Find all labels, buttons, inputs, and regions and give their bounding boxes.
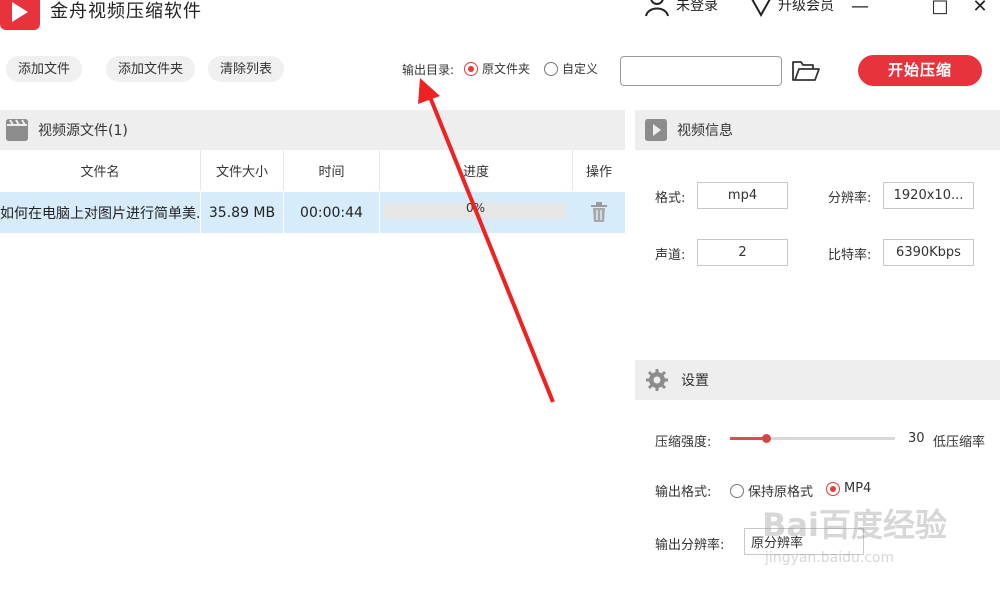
resolution-value: 1920x10... xyxy=(883,182,974,209)
title-bar: 金舟视频压缩软件 未登录 升级会员 — □ ✕ xyxy=(0,0,1000,40)
gear-icon xyxy=(646,369,668,391)
resolution-label: 分辨率: xyxy=(828,191,872,206)
column-header-progress: 进度 xyxy=(380,150,573,190)
bitrate-label: 比特率: xyxy=(828,248,872,263)
radio-selected-icon xyxy=(826,481,840,496)
delete-icon[interactable] xyxy=(589,201,609,223)
video-info-header: 视频信息 xyxy=(635,110,1000,150)
clear-list-button[interactable]: 清除列表 xyxy=(208,56,285,82)
upgrade-label: 升级会员 xyxy=(778,0,834,14)
radio-source-folder[interactable]: 原文件夹 xyxy=(464,60,530,77)
source-panel-title: 视频源文件(1) xyxy=(38,123,128,139)
user-icon xyxy=(645,0,669,17)
start-compress-button[interactable]: 开始压缩 xyxy=(858,55,982,86)
login-button[interactable]: 未登录 xyxy=(644,0,718,18)
app-title: 金舟视频压缩软件 xyxy=(50,1,202,22)
format-value: mp4 xyxy=(697,182,788,209)
upgrade-button[interactable]: 升级会员 xyxy=(750,0,834,18)
radio-unselected-icon xyxy=(730,483,744,498)
close-button[interactable]: ✕ xyxy=(968,0,992,17)
radio-keep-format-label: 保持原格式 xyxy=(748,485,814,500)
open-folder-icon[interactable] xyxy=(791,60,821,82)
minimize-button[interactable]: — xyxy=(848,0,872,17)
strength-slider[interactable] xyxy=(730,434,895,443)
app-logo-icon xyxy=(0,0,40,30)
row-size: 35.89 MB xyxy=(201,192,284,233)
settings-title: 设置 xyxy=(681,373,709,389)
radio-selected-icon xyxy=(464,61,478,76)
video-info-title: 视频信息 xyxy=(677,123,733,139)
radio-custom-label: 自定义 xyxy=(562,62,599,76)
row-filename: 如何在电脑上对图片进行简单美... xyxy=(0,192,201,233)
radio-mp4-label: MP4 xyxy=(844,481,872,496)
strength-hint: 低压缩率 xyxy=(933,435,986,450)
source-panel-header: 视频源文件(1) xyxy=(0,110,625,150)
add-folder-button[interactable]: 添加文件夹 xyxy=(106,56,196,82)
play-icon xyxy=(645,119,667,141)
clapperboard-icon xyxy=(6,119,28,141)
column-header-action: 操作 xyxy=(573,150,625,190)
settings-header: 设置 xyxy=(635,360,1000,400)
bitrate-value: 6390Kbps xyxy=(883,239,974,266)
output-format-label: 输出格式: xyxy=(655,485,712,500)
channel-label: 声道: xyxy=(655,248,686,263)
radio-source-folder-label: 原文件夹 xyxy=(482,62,531,76)
column-header-size: 文件大小 xyxy=(201,150,284,190)
output-dir-label: 输出目录: xyxy=(402,63,455,77)
radio-custom[interactable]: 自定义 xyxy=(544,60,598,77)
login-label: 未登录 xyxy=(676,0,718,14)
column-header-filename: 文件名 xyxy=(0,150,201,190)
output-resolution-label: 输出分辨率: xyxy=(655,538,725,553)
strength-slider-fill xyxy=(730,437,767,440)
radio-unselected-icon xyxy=(544,61,558,76)
diamond-icon xyxy=(751,0,771,17)
channel-value: 2 xyxy=(697,239,788,266)
column-header-time: 时间 xyxy=(284,150,380,190)
watermark-logo: Bai百度经验 xyxy=(762,506,947,544)
row-duration: 00:00:44 xyxy=(284,192,380,233)
radio-mp4[interactable]: MP4 xyxy=(826,481,871,496)
format-label: 格式: xyxy=(655,191,686,206)
row-progress-text: 0% xyxy=(465,201,486,215)
add-file-button[interactable]: 添加文件 xyxy=(6,56,83,82)
strength-value: 30 xyxy=(908,431,925,446)
strength-label: 压缩强度: xyxy=(655,435,712,450)
strength-slider-handle[interactable] xyxy=(762,434,772,443)
radio-keep-format[interactable]: 保持原格式 xyxy=(730,481,813,500)
output-path-input[interactable] xyxy=(620,56,782,86)
watermark-url: jingyan.baidu.com xyxy=(765,550,895,566)
maximize-button[interactable]: □ xyxy=(928,0,952,17)
